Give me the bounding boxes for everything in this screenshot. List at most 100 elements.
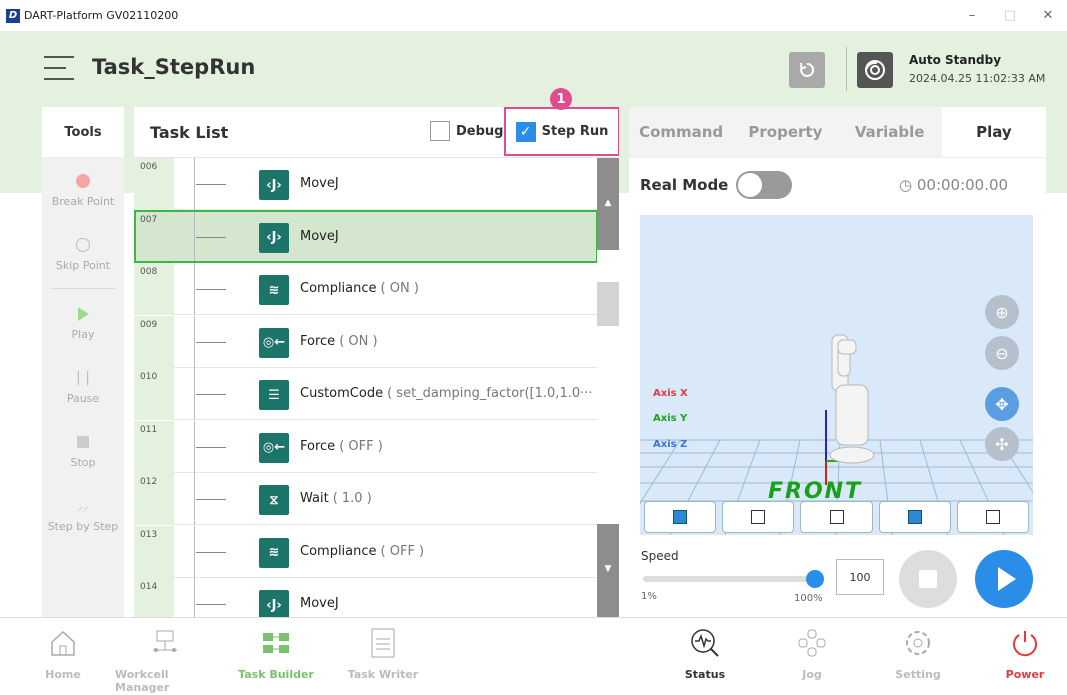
task-writer-icon	[369, 618, 397, 668]
wait-icon: ⧖	[259, 485, 289, 515]
stop-button[interactable]	[899, 550, 957, 608]
movej-icon: ‹J›	[259, 222, 289, 253]
step-run-checkbox[interactable]: ✓ Step Run	[504, 107, 619, 156]
gear-icon	[902, 618, 934, 668]
right-tabs: Command Property Variable Play	[629, 107, 1046, 158]
maximize-button[interactable]: □	[991, 0, 1029, 31]
task-row[interactable]: 008 ≋ Compliance( ON )	[134, 263, 597, 315]
line-number: 007	[134, 210, 174, 263]
view-left-button[interactable]	[722, 501, 795, 533]
command-label: Force( ON )	[300, 334, 378, 349]
skip-point-button[interactable]: Skip Point	[42, 222, 124, 286]
task-row[interactable]: 010 ☰ CustomCode( set_damping_factor([1.0,…	[134, 368, 602, 420]
view-right-button[interactable]	[878, 501, 951, 533]
nav-jog[interactable]: Jog	[767, 618, 857, 695]
view-iso-button[interactable]	[644, 501, 717, 533]
step-by-step-button[interactable]: ⸝⸝ Step by Step	[42, 483, 124, 547]
tools-heading: Tools	[42, 107, 124, 158]
speed-input[interactable]: 100	[836, 559, 884, 595]
break-point-button[interactable]: Break Point	[42, 158, 124, 222]
speed-slider-fill	[643, 576, 815, 582]
command-args: ( ON )	[339, 333, 378, 349]
view-top-button[interactable]	[956, 501, 1030, 533]
undo-icon	[800, 62, 815, 77]
scroll-thumb[interactable]	[597, 282, 619, 326]
nav-workcell-manager[interactable]: Workcell Manager	[115, 618, 215, 695]
stop-tool-label: Stop	[70, 456, 96, 469]
tree-line	[174, 158, 195, 210]
real-mode-toggle[interactable]	[736, 171, 792, 199]
play-icon	[998, 567, 1016, 591]
command-name: Force	[300, 333, 336, 349]
task-row[interactable]: 009 ◎← Force( ON )	[134, 315, 597, 368]
tools-divider	[50, 288, 116, 289]
force-icon: ◎←	[259, 327, 289, 358]
tree-line	[174, 315, 195, 368]
debug-checkbox[interactable]: Debug	[430, 121, 503, 141]
nav-status[interactable]: Status	[660, 618, 750, 695]
pan-view-icon[interactable]: ✣	[985, 427, 1019, 461]
menu-icon[interactable]	[44, 56, 74, 80]
customcode-icon: ☰	[259, 380, 289, 410]
axis-z-label: Axis Z	[653, 439, 688, 450]
scroll-down-button[interactable]: ▼	[597, 524, 619, 617]
real-mode-label: Real Mode	[640, 176, 729, 194]
view-front-button[interactable]	[800, 501, 873, 533]
window-controls: – □ ✕	[953, 0, 1067, 31]
step-by-step-label: Step by Step	[47, 520, 119, 533]
tab-play[interactable]: Play	[941, 107, 1046, 157]
nav-task-builder[interactable]: Task Builder	[231, 618, 321, 695]
robot-swirl-icon	[865, 60, 885, 80]
task-builder-icon	[261, 618, 291, 668]
scroll-up-button[interactable]: ▲	[597, 158, 619, 250]
tools-list: Break Point Skip Point Play | | Pause St…	[42, 158, 124, 617]
app-logo-icon: D	[6, 8, 20, 23]
command-args: ( set_damping_factor([1.0,1.0··· )	[387, 386, 602, 401]
checkmark-icon[interactable]: ✓	[515, 121, 536, 142]
rotate-view-icon[interactable]: ✥	[985, 387, 1019, 421]
nav-power[interactable]: Power	[980, 618, 1067, 695]
pause-tool-button[interactable]: | | Pause	[42, 355, 124, 419]
nav-home[interactable]: Home	[18, 618, 108, 695]
stop-tool-button[interactable]: Stop	[42, 419, 124, 483]
undo-button[interactable]	[789, 52, 825, 88]
speed-label: Speed	[641, 549, 679, 563]
annotation-marker: 1	[550, 88, 572, 110]
speed-slider-knob[interactable]	[806, 570, 824, 588]
nav-jog-label: Jog	[802, 668, 822, 681]
task-row[interactable]: 006 ‹J› MoveJ	[134, 158, 597, 210]
tab-variable[interactable]: Variable	[837, 107, 942, 157]
task-list-title: Task List	[150, 123, 229, 142]
task-row[interactable]: 014 ‹J› MoveJ	[134, 578, 597, 617]
command-name: Compliance	[300, 281, 377, 296]
task-row[interactable]: 007 ‹J› MoveJ	[134, 210, 597, 263]
play-tool-button[interactable]: Play	[42, 291, 124, 355]
speed-slider[interactable]	[643, 570, 824, 588]
line-number: 012	[134, 473, 174, 525]
window-titlebar: D DART-Platform GV02110200 – □ ✕	[0, 0, 1067, 31]
command-name: Force	[300, 438, 336, 454]
close-button[interactable]: ✕	[1029, 0, 1067, 31]
debug-checkbox-box[interactable]	[430, 121, 450, 141]
tab-property[interactable]: Property	[733, 107, 838, 157]
nav-setting[interactable]: Setting	[873, 618, 963, 695]
zoom-in-icon[interactable]: ⊕	[985, 295, 1019, 329]
tab-command[interactable]: Command	[629, 107, 734, 157]
task-row[interactable]: 013 ≋ Compliance( OFF )	[134, 525, 597, 578]
nav-home-label: Home	[45, 668, 81, 681]
tools-panel: Tools Break Point Skip Point Play | | Pa…	[42, 107, 124, 617]
task-row[interactable]: 011 ◎← Force( OFF )	[134, 420, 597, 473]
pause-icon: | |	[76, 370, 90, 386]
zoom-out-icon[interactable]: ⊖	[985, 336, 1019, 370]
play-icon	[77, 307, 89, 321]
nav-task-writer[interactable]: Task Writer	[338, 618, 428, 695]
tree-line	[174, 210, 195, 263]
play-button[interactable]	[975, 550, 1033, 608]
task-list-scrollbar[interactable]: ▲ ▼	[597, 158, 619, 617]
minimize-button[interactable]: –	[953, 0, 991, 31]
robot-status-button[interactable]	[857, 52, 893, 88]
nav-status-label: Status	[684, 668, 726, 681]
timer-value: 00:00:00.00	[916, 176, 1009, 194]
task-row[interactable]: 012 ⧖ Wait( 1.0 )	[134, 473, 597, 525]
robot-3d-viewport[interactable]: Axis X Axis Y Axis Z FRONT ⊕ ⊖ ✥ ✣	[640, 215, 1033, 535]
